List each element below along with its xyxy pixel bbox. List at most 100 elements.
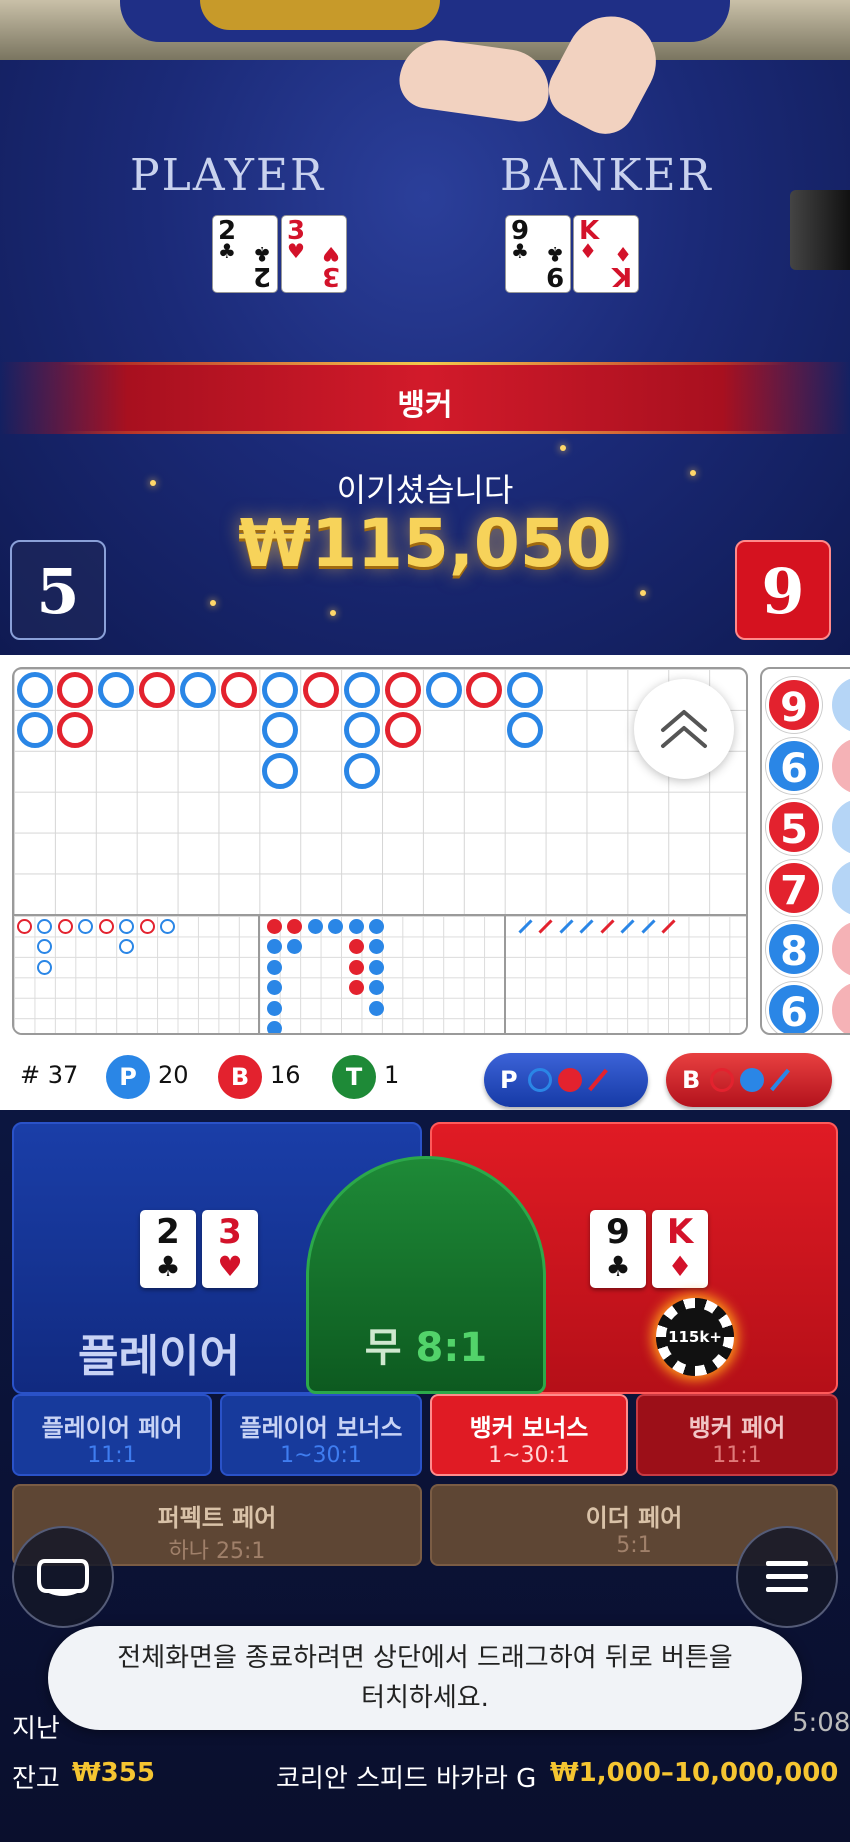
small-road-mark xyxy=(348,939,364,955)
big-eye-road-mark xyxy=(37,959,53,975)
road-divider xyxy=(258,914,260,1033)
chat-bubble-icon xyxy=(37,1559,89,1596)
prediction-slash-icon xyxy=(770,1068,791,1092)
big-road-player-ring xyxy=(16,671,53,708)
bead-result: 9 xyxy=(766,677,822,733)
collapse-roadmap-button[interactable] xyxy=(634,679,734,779)
big-road-player-ring xyxy=(425,671,462,708)
ask-banker-label: B xyxy=(682,1066,701,1094)
statistics-bar: # 37 P 20 B 16 T 1 P B xyxy=(0,1053,850,1107)
big-road-banker-ring xyxy=(221,671,257,708)
bead-next-column xyxy=(832,738,850,794)
small-road-mark xyxy=(348,980,364,996)
big-road-banker-ring xyxy=(466,671,503,708)
small-road-mark xyxy=(369,959,385,975)
small-road-mark xyxy=(267,919,282,934)
big-road-player-ring xyxy=(343,671,380,708)
bet-banker-pair[interactable]: 뱅커 페어 11:1 xyxy=(636,1394,838,1476)
big-eye-road-mark xyxy=(78,919,94,934)
table-banker-card-2: K ♦ ♦ K xyxy=(573,215,639,293)
ask-player-label: P xyxy=(500,1066,518,1094)
result-banner: 뱅커 xyxy=(0,362,850,434)
side-bet-odds: 11:1 xyxy=(87,1443,137,1468)
bet-limits: ₩1,000–10,000,000 xyxy=(550,1758,839,1788)
player-card-2: 3 ♥ xyxy=(202,1210,258,1288)
live-video: PLAYER BANKER 2 ♣ ♣ 2 3 ♥ ♥ 3 9 ♣ ♣ 9 K … xyxy=(0,0,850,655)
bet-player-bonus[interactable]: 플레이어 보너스 1~30:1 xyxy=(220,1394,422,1476)
card-suit: ♦ xyxy=(579,239,597,263)
roadmap-panel: 965786 # 37 P 20 B 16 T 1 P B xyxy=(0,655,850,1110)
big-eye-road-mark xyxy=(119,919,135,934)
card-suit: ♦ xyxy=(667,1250,693,1283)
big-eye-road-mark xyxy=(98,919,114,934)
card-rank: 3 xyxy=(218,1212,242,1252)
player-win-count: 20 xyxy=(158,1061,189,1089)
banker-score: 9 xyxy=(735,540,831,640)
bead-result: 7 xyxy=(766,860,822,916)
chevron-double-up-icon xyxy=(661,710,707,748)
card-suit: ♥ xyxy=(287,239,305,263)
bet-tie-zone[interactable]: 무 8:1 xyxy=(306,1156,546,1394)
table-banker-card-1: 9 ♣ ♣ 9 xyxy=(505,215,571,293)
bet-player-pair[interactable]: 플레이어 페어 11:1 xyxy=(12,1394,212,1476)
cockroach-road-mark xyxy=(518,919,533,934)
road-divider xyxy=(504,914,506,1033)
small-road-mark xyxy=(267,1000,282,1016)
big-road-banker-ring xyxy=(384,671,421,708)
bead-next-column xyxy=(832,982,850,1033)
derived-roads xyxy=(14,914,746,1033)
chip-amount: 115k+ xyxy=(666,1308,724,1366)
bet-banker-bonus[interactable]: 뱅커 보너스 1~30:1 xyxy=(430,1394,628,1476)
big-road-player-ring xyxy=(507,712,544,749)
ask-player-button[interactable]: P xyxy=(484,1053,648,1107)
banker-win-badge: B xyxy=(218,1055,262,1099)
big-road-banker-ring xyxy=(57,712,94,749)
card-rank: 2 xyxy=(252,261,271,291)
big-road-player-ring xyxy=(261,712,298,749)
tie-label: 무 8:1 xyxy=(309,1315,543,1373)
small-road-mark xyxy=(348,919,364,934)
big-road-banker-ring xyxy=(57,671,94,708)
small-road-mark xyxy=(369,939,385,955)
bead-plate[interactable]: 965786 xyxy=(760,667,850,1035)
placed-chip[interactable]: 115k+ xyxy=(656,1298,734,1376)
big-road-banker-ring xyxy=(384,712,421,749)
fullscreen-toast: 전체화면을 종료하려면 상단에서 드래그하여 뒤로 버튼을 터치하세요. xyxy=(48,1626,802,1730)
card-rank: K xyxy=(611,261,632,291)
tie-count: 1 xyxy=(384,1061,400,1089)
bead-next-column xyxy=(832,860,850,916)
sparkle xyxy=(210,600,216,606)
bead-next-column xyxy=(832,799,850,855)
big-road-player-ring xyxy=(343,753,380,790)
big-eye-road-mark xyxy=(37,939,53,955)
player-score: 5 xyxy=(10,540,106,640)
card-suit: ♣ xyxy=(511,239,529,263)
bet-player-label: 플레이어 xyxy=(78,1331,240,1382)
chat-button[interactable] xyxy=(12,1526,114,1628)
cockroach-road-mark xyxy=(641,919,656,934)
big-eye-road-mark xyxy=(139,919,155,934)
player-win-badge: P xyxy=(106,1055,150,1099)
menu-button[interactable] xyxy=(736,1526,838,1628)
ask-banker-button[interactable]: B xyxy=(666,1053,832,1107)
cockroach-road-mark xyxy=(538,919,554,934)
table-player-card-2: 3 ♥ ♥ 3 xyxy=(281,215,347,293)
small-road-mark xyxy=(287,919,303,934)
small-road-mark xyxy=(267,939,282,955)
big-road-player-ring xyxy=(180,671,217,708)
balance-label: 잔고 xyxy=(12,1764,60,1794)
cockroach-road-mark xyxy=(600,919,615,934)
small-road-mark xyxy=(267,959,282,975)
side-bet-odds: 1~30:1 xyxy=(280,1443,362,1468)
prediction-dot-icon xyxy=(557,1068,582,1092)
banker-win-count: 16 xyxy=(270,1061,301,1089)
card-suit: ♥ xyxy=(217,1250,243,1283)
bead-result: 6 xyxy=(766,982,822,1033)
banker-card-1: 9 ♣ xyxy=(590,1210,646,1288)
big-road-player-ring xyxy=(261,671,298,708)
big-eye-road-mark xyxy=(17,919,32,934)
table-banker-label: BANKER xyxy=(500,150,713,201)
big-road-player-ring xyxy=(261,753,298,790)
table-player-label: PLAYER xyxy=(130,150,326,201)
big-road-player-ring xyxy=(507,671,544,708)
